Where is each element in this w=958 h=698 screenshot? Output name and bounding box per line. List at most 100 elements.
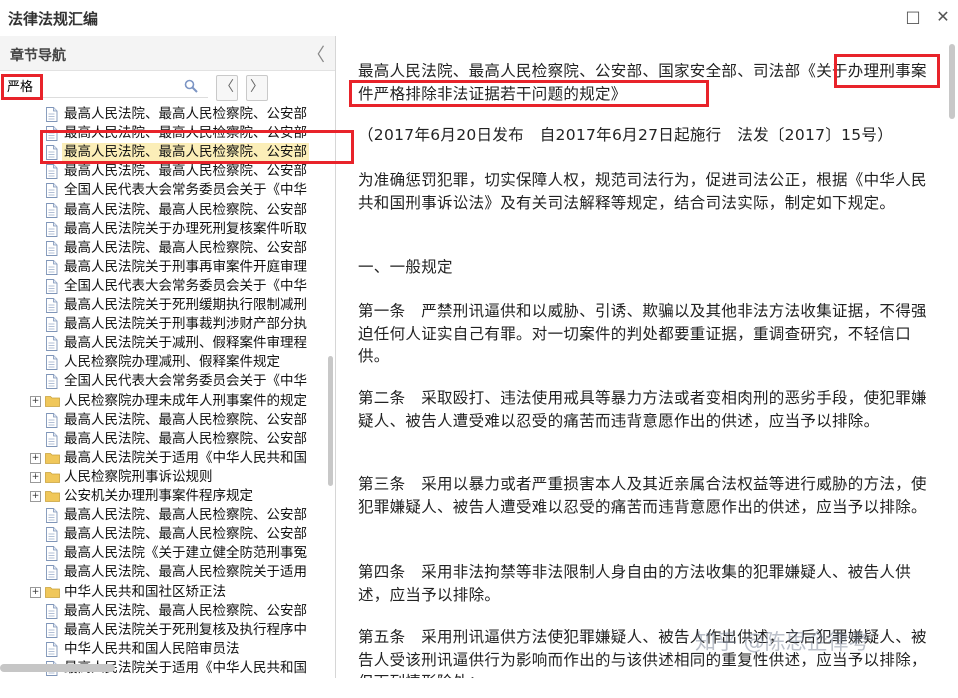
tree-item-label: 人民检察院办理减刑、假释案件规定 [64, 354, 280, 371]
tree-document-item[interactable]: 人民检察院办理减刑、假释案件规定 [0, 353, 330, 372]
chapter-tree: 最高人民法院、最高人民检察院、公安部 最高人民法院、最高人民检察院、公安部 最高人民… [0, 102, 330, 698]
tree-item-label: 全国人民代表大会常务委员会关于《中华 [64, 277, 307, 294]
document-icon [46, 374, 58, 390]
document-icon [46, 202, 58, 218]
document-icon [46, 527, 58, 543]
section-heading: 一、一般规定 [358, 258, 453, 276]
tree-folder-item[interactable]: + 公安机关办理刑事案件程序规定 [0, 487, 330, 506]
document-icon [46, 145, 58, 161]
tree-folder-item[interactable]: + 中华人民共和国社区矫正法 [0, 583, 330, 602]
document-icon [46, 641, 58, 657]
tree-item-label: 最高人民法院、最高人民检察院、公安部 [64, 106, 307, 122]
tree-item-label: 最高人民法院、最高人民检察院、公安部 [64, 411, 307, 428]
tree-document-item[interactable]: 最高人民法院关于死刑缓期执行限制减刑 [0, 296, 330, 315]
tree-folder-item[interactable]: + 人民检察院刑事诉讼规则 [0, 468, 330, 487]
tree-document-item[interactable]: 最高人民法院、最高人民检察院、公安部 [0, 105, 330, 124]
tree-item-label: 全国人民代表大会常务委员会关于《中华 [64, 182, 307, 199]
expand-icon[interactable]: + [30, 586, 41, 598]
watermark: 知乎 @陈思企律考 [695, 630, 870, 654]
tree-scrollbar[interactable] [328, 356, 333, 486]
tree-document-item[interactable]: 中华人民共和国人民陪审员法 [0, 640, 330, 659]
folder-icon [45, 395, 60, 407]
tree-item-label: 最高人民法院、最高人民检察院、公安部 [64, 201, 307, 218]
article-2: 第二条 采取殴打、违法使用戒具等暴力方法或者变相肉刑的恶劣手段，使犯罪嫌疑人、被… [358, 389, 927, 430]
tree-item-label: 最高人民法院、最高人民检察院、公安部 [62, 143, 309, 163]
document-icon [46, 508, 58, 524]
tree-item-label: 人民检察院办理未成年人刑事案件的规定 [64, 392, 307, 409]
chapter-nav-panel: 章节导航 〈 〈 〉 最高人民法院、最高人民检察院、公安部最高人民法院、最高人民… [0, 36, 336, 678]
search-input[interactable] [3, 74, 208, 98]
tree-item-label: 最高人民法院关于死刑复核及执行程序中 [64, 621, 307, 638]
expand-icon[interactable]: + [30, 395, 41, 407]
folder-icon [45, 452, 60, 464]
article-1: 第一条 严禁刑讯逼供和以威胁、引诱、欺骗以及其他非法方法收集证据，不得强迫任何人… [358, 302, 927, 365]
tree-document-item[interactable]: 全国人民代表大会常务委员会关于《中华 [0, 277, 330, 296]
tree-document-item[interactable]: 最高人民法院、最高人民检察院、公安部 [0, 525, 330, 544]
tree-document-item[interactable]: 最高人民法院、最高人民检察院、公安部 [0, 602, 330, 621]
article-4: 第四条 采用非法拘禁等非法限制人身自由的方法收集的犯罪嫌疑人、被告人供述，应当予… [358, 563, 912, 604]
close-button[interactable]: ✕ [934, 8, 952, 26]
document-icon [46, 431, 58, 447]
prev-result-button[interactable]: 〈 [216, 75, 238, 101]
folder-icon [45, 586, 60, 598]
tree-item-label: 最高人民法院、最高人民检察院、公安部 [64, 602, 307, 619]
tree-document-item[interactable]: 最高人民法院、最高人民检察院、公安部 [0, 162, 330, 181]
document-icon [46, 317, 58, 333]
tree-document-item[interactable]: 最高人民法院关于刑事再审案件开庭审理 [0, 258, 330, 277]
tree-item-label: 最高人民法院、最高人民检察院关于适用 [64, 564, 307, 581]
tree-document-item[interactable]: 全国人民代表大会常务委员会关于《中华 [0, 372, 330, 391]
document-icon [46, 336, 58, 352]
tree-item-label: 最高人民法院关于刑事裁判涉财产部分执 [64, 316, 307, 333]
tree-document-item[interactable]: 最高人民法院、最高人民检察院、公安部 [0, 430, 330, 449]
maximize-button[interactable]: □ [904, 8, 922, 26]
document-icon [46, 183, 58, 199]
tree-item-label: 最高人民法院、最高人民检察院、公安部 [64, 507, 307, 524]
expand-icon[interactable]: + [30, 471, 41, 483]
tree-item-label: 最高人民法院、最高人民检察院、公安部 [64, 163, 307, 180]
tree-document-item[interactable]: 最高人民法院、最高人民检察院、公安部 [0, 124, 330, 143]
document-icon [46, 221, 58, 237]
next-result-button[interactable]: 〉 [246, 75, 268, 101]
document-icon [46, 298, 58, 313]
tree-folder-item[interactable]: + 最高人民法院关于适用《中华人民共和国 [0, 449, 330, 468]
tree-item-label: 最高人民法院、最高人民检察院、公安部 [64, 430, 307, 447]
search-icon[interactable] [184, 79, 198, 93]
expand-icon[interactable]: + [30, 491, 41, 502]
document-icon [46, 622, 58, 638]
content-scrollbar[interactable] [949, 44, 955, 119]
tree-document-item[interactable]: 最高人民法院、最高人民检察院、公安部 [0, 201, 330, 220]
tree-document-item[interactable]: 最高人民法院《关于建立健全防范刑事冤 [0, 544, 330, 563]
tree-item-label: 公安机关办理刑事案件程序规定 [64, 488, 253, 504]
tree-folder-item[interactable]: + 人民检察院办理未成年人刑事案件的规定 [0, 392, 330, 411]
tree-document-item[interactable]: 全国人民代表大会常务委员会关于《中华 [0, 181, 330, 200]
document-icon [46, 240, 58, 256]
tree-document-item[interactable]: 最高人民法院、最高人民检察院关于适用 [0, 563, 330, 582]
document-content: 最高人民法院、最高人民检察院、公安部、国家安全部、司法部《关于办理刑事案件严格排… [336, 36, 958, 678]
tree-document-item[interactable]: 最高人民法院关于办理死刑复核案件听取 [0, 220, 330, 239]
tree-document-item[interactable]: 最高人民法院关于减刑、假释案件审理程 [0, 334, 330, 353]
tree-document-item[interactable]: 最高人民法院、最高人民检察院、公安部 [0, 411, 330, 430]
tree-item-label: 最高人民法院、最高人民检察院、公安部 [64, 526, 307, 543]
document-icon [46, 278, 58, 294]
tree-document-item[interactable]: 最高人民法院、最高人民检察院、公安部 [0, 506, 330, 525]
app-title: 法律法规汇编 [8, 10, 99, 28]
tree-document-item[interactable]: 最高人民法院关于刑事裁判涉财产部分执 [0, 315, 330, 334]
tree-item-label: 人民检察院刑事诉讼规则 [64, 468, 213, 485]
document-icon [46, 126, 58, 142]
tree-item-label: 最高人民法院关于办理死刑复核案件听取 [64, 220, 307, 237]
document-icon [46, 355, 58, 371]
tree-item-label: 中华人民共和国社区矫正法 [64, 583, 226, 600]
chapter-nav-title: 章节导航 [10, 48, 66, 64]
tree-document-item[interactable]: 最高人民法院、最高人民检察院、公安部 [0, 239, 330, 258]
tree-item-label: 最高人民法院关于适用《中华人民共和国 [64, 449, 307, 466]
tree-document-item[interactable]: 最高人民法院关于死刑复核及执行程序中 [0, 621, 330, 640]
expand-icon[interactable]: + [30, 452, 41, 464]
document-meta: （2017年6月20日发布 自2017年6月27日起施行 法发〔2017〕15号… [358, 126, 894, 144]
tree-item-label: 最高人民法院关于刑事再审案件开庭审理 [64, 258, 307, 275]
collapse-panel-button[interactable]: 〈 [307, 41, 325, 67]
tree-horizontal-scrollbar[interactable] [0, 664, 115, 672]
tree-item-label: 最高人民法院关于减刑、假释案件审理程 [64, 335, 307, 352]
tree-document-item[interactable]: 最高人民法院、最高人民检察院、公安部 [0, 143, 330, 163]
tree-item-label: 最高人民法院《关于建立健全防范刑事冤 [64, 545, 307, 562]
tree-item-label: 最高人民法院、最高人民检察院、公安部 [64, 239, 307, 256]
